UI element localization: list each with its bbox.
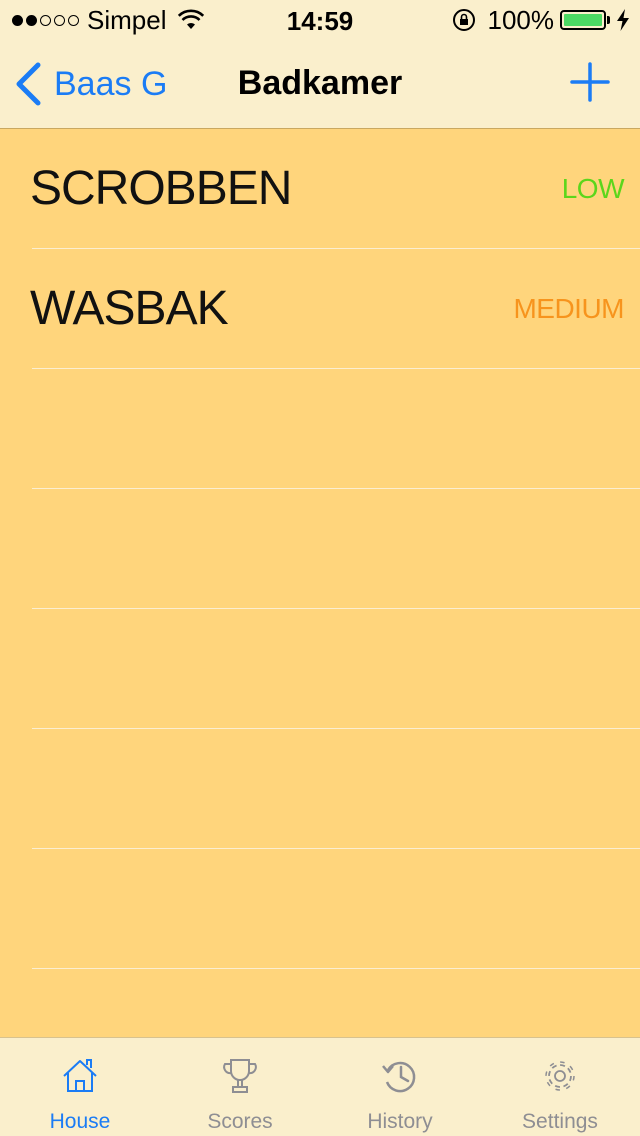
tab-scores[interactable]: Scores	[160, 1038, 320, 1136]
task-row[interactable]: SCROBBEN LOW	[0, 129, 640, 249]
empty-row	[0, 729, 640, 849]
tab-house[interactable]: House	[0, 1038, 160, 1136]
empty-row	[0, 849, 640, 969]
tab-bar: House Scores History Settings	[0, 1037, 640, 1136]
navigation-bar: Baas G Badkamer	[0, 40, 640, 129]
task-title: SCROBBEN	[30, 162, 292, 215]
rotation-lock-icon	[452, 9, 475, 31]
tab-label: Scores	[207, 1110, 273, 1133]
history-icon	[382, 1061, 416, 1093]
house-icon	[63, 1059, 97, 1092]
tab-settings[interactable]: Settings	[480, 1038, 640, 1136]
charging-bolt-icon	[617, 9, 629, 31]
page-title: Badkamer	[237, 64, 403, 102]
task-title: WASBAK	[30, 282, 229, 335]
task-priority: LOW	[561, 173, 625, 204]
empty-row	[0, 609, 640, 729]
gear-icon	[545, 1061, 575, 1091]
battery-level	[564, 14, 602, 26]
tab-label: History	[367, 1110, 433, 1133]
tab-label: House	[49, 1110, 111, 1133]
battery-percentage: 100%	[487, 4, 555, 35]
battery-cap	[607, 16, 610, 24]
empty-row	[0, 369, 640, 489]
tab-history[interactable]: History	[320, 1038, 480, 1136]
task-row[interactable]: WASBAK MEDIUM	[0, 249, 640, 369]
battery-icon	[560, 10, 606, 30]
trophy-icon	[223, 1059, 257, 1093]
tab-label: Settings	[522, 1110, 598, 1133]
status-bar: Simpel 14:59 100%	[0, 0, 640, 40]
status-right: 100%	[452, 4, 631, 35]
empty-row	[0, 489, 640, 609]
plus-icon[interactable]	[570, 62, 610, 102]
task-priority: MEDIUM	[513, 293, 624, 324]
task-list: SCROBBEN LOW WASBAK MEDIUM	[0, 129, 640, 1037]
